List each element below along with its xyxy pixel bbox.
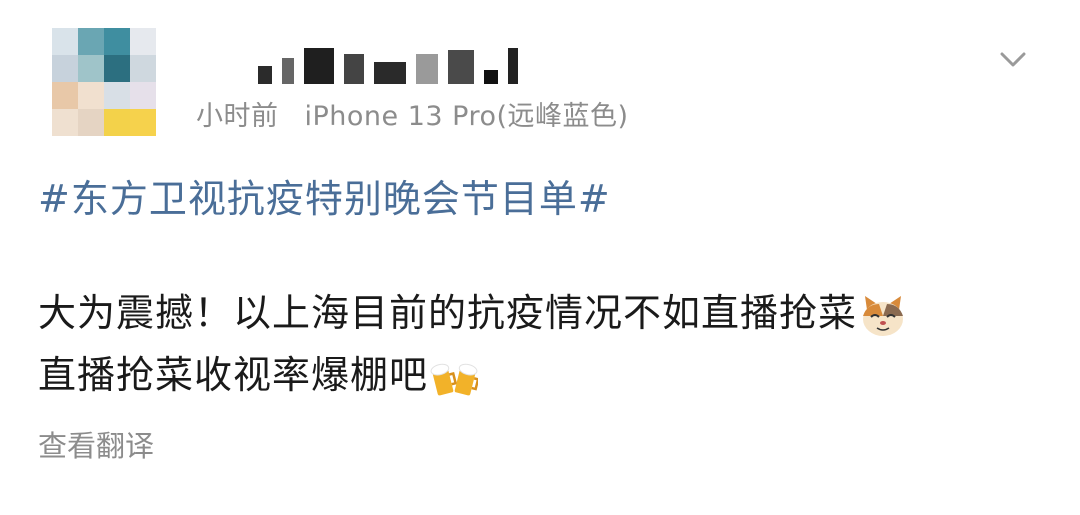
post-body: 大为震撼！以上海目前的抗疫情况不如直播抢菜 直播抢菜收视率爆棚吧: [38, 282, 907, 406]
post-time: 小时前: [196, 101, 279, 132]
post-body-line: 直播抢菜收视率爆棚吧: [38, 344, 907, 406]
post-device: iPhone 13 Pro(远峰蓝色): [304, 101, 629, 132]
post-body-line: 大为震撼！以上海目前的抗疫情况不如直播抢菜: [38, 282, 907, 344]
chevron-down-icon[interactable]: [996, 48, 1030, 72]
post-meta: 小时前 iPhone 13 Pro(远峰蓝色): [196, 94, 629, 133]
post-text-line2: 直播抢菜收视率爆棚吧: [38, 353, 429, 397]
cat-face-emoji: [859, 292, 907, 340]
avatar[interactable]: [52, 28, 156, 136]
post-text-line1: 大为震撼！以上海目前的抗疫情况不如直播抢菜: [38, 291, 858, 335]
view-translation-link[interactable]: 查看翻译: [38, 423, 154, 465]
username-obscured[interactable]: [258, 44, 528, 84]
topic-hashtag-link[interactable]: #东方卫视抗疫特别晚会节目单#: [38, 168, 611, 223]
beer-mugs-emoji: [430, 354, 480, 402]
